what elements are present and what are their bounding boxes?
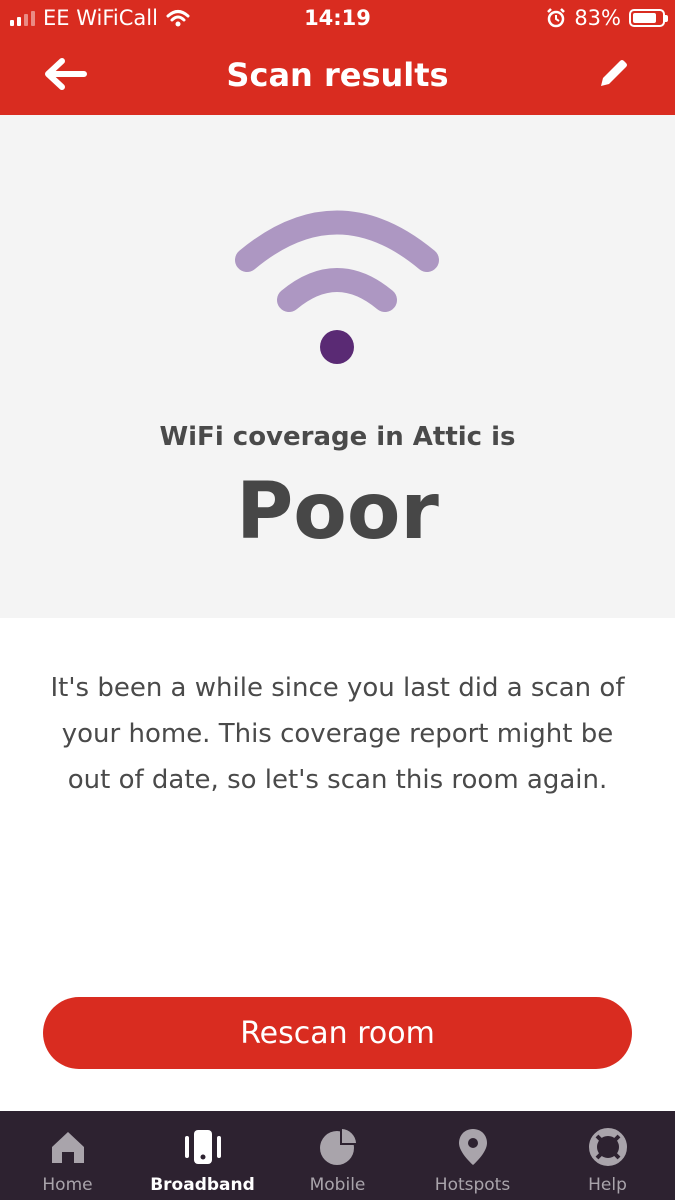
rescan-message: It's been a while since you last did a s…	[50, 673, 625, 795]
status-right: 83%	[546, 6, 668, 30]
pencil-icon	[601, 60, 627, 86]
tab-mobile[interactable]: Mobile	[270, 1111, 405, 1200]
alarm-icon	[547, 8, 566, 28]
coverage-rating: Poor	[236, 467, 439, 557]
battery-icon	[629, 9, 668, 27]
home-icon	[51, 1132, 84, 1163]
lifebuoy-icon	[588, 1128, 627, 1166]
page-title: Scan results	[226, 56, 449, 94]
app-header: EE WiFiCall 14:19 83% Scan results	[0, 0, 675, 115]
rescan-room-button[interactable]: Rescan room	[43, 997, 632, 1069]
tab-home[interactable]: Home	[0, 1111, 135, 1200]
coverage-label: WiFi coverage in Attic is	[159, 422, 516, 452]
location-pin-icon	[458, 1129, 487, 1165]
tab-label: Home	[42, 1175, 93, 1195]
bottom-tab-bar: Home Broadband Mobile Hotspots Help	[0, 1111, 675, 1200]
tab-help[interactable]: Help	[540, 1111, 675, 1200]
title-bar: Scan results	[0, 38, 675, 115]
tab-hotspots[interactable]: Hotspots	[405, 1111, 540, 1200]
tab-label: Help	[588, 1175, 627, 1195]
battery-percent: 83%	[574, 6, 621, 30]
tab-broadband[interactable]: Broadband	[135, 1111, 270, 1200]
tab-label: Hotspots	[434, 1175, 511, 1195]
tab-label: Mobile	[309, 1175, 366, 1195]
router-icon	[184, 1130, 221, 1164]
edit-button[interactable]	[591, 52, 635, 96]
pie-chart-icon	[319, 1129, 356, 1165]
tab-label: Broadband	[150, 1175, 255, 1195]
wifi-signal-icon	[235, 210, 439, 364]
coverage-hero: WiFi coverage in Attic is Poor	[0, 115, 675, 618]
status-bar: EE WiFiCall 14:19 83%	[0, 0, 675, 38]
